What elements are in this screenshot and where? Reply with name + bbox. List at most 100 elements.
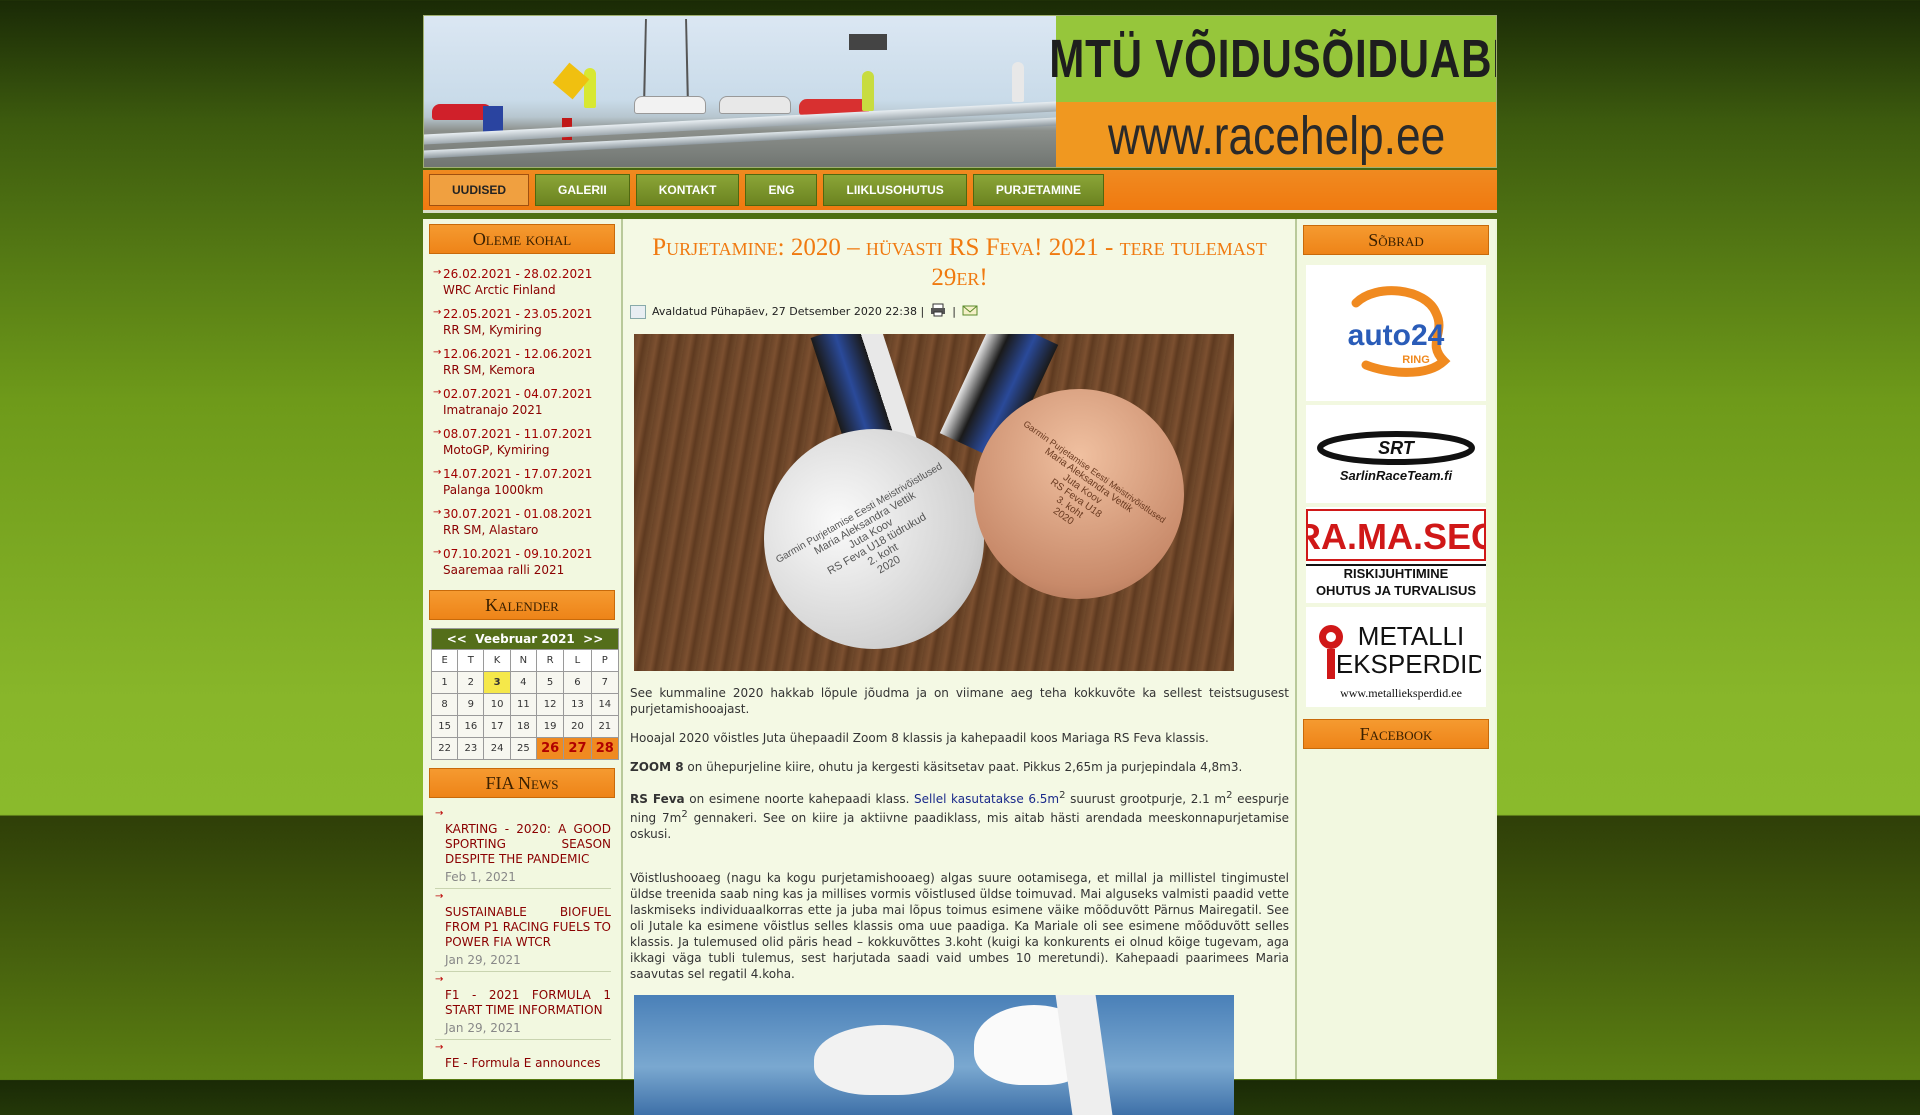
calendar-day-header: L bbox=[563, 649, 592, 672]
calendar-date-cell: 19 bbox=[535, 715, 565, 738]
email-icon[interactable] bbox=[962, 303, 978, 320]
page-wrapper: MTÜ VÕIDUSÕIDUABI www.racehelp.ee UUDISE… bbox=[423, 15, 1497, 1115]
news-item[interactable]: F1 - 2021 FORMULA 1 START TIME INFORMATI… bbox=[435, 972, 611, 1040]
calendar-date-cell: 12 bbox=[535, 693, 565, 716]
calendar-day-header: N bbox=[509, 649, 537, 672]
calendar-icon bbox=[630, 304, 646, 319]
fia-news-title: FIA News bbox=[429, 768, 615, 798]
sponsor-auto24[interactable]: auto24 RING bbox=[1306, 265, 1486, 401]
svg-text:RISKIJUHTIMINE: RISKIJUHTIMINE bbox=[1344, 566, 1449, 581]
sponsor-auto24-name: auto24 bbox=[1348, 319, 1445, 352]
medals-photo: Garmin Purjetamise Eesti Meistrivõistlus… bbox=[634, 334, 1234, 671]
header-photo bbox=[424, 16, 1056, 167]
sponsor-metallieksperdid[interactable]: METALLI EKSPERDID www.metallieksperdid.e… bbox=[1306, 607, 1486, 707]
calendar-date-cell: 2 bbox=[457, 671, 485, 694]
calendar-date-cell: 5 bbox=[535, 671, 565, 694]
svg-text:SRT: SRT bbox=[1378, 438, 1416, 458]
event-item[interactable]: 07.10.2021 - 09.10.2021Saaremaa ralli 20… bbox=[429, 542, 615, 582]
event-item[interactable]: 22.05.2021 - 23.05.2021RR SM, Kymiring bbox=[429, 302, 615, 342]
calendar-date-cell: 9 bbox=[457, 693, 485, 716]
calendar-date-cell: 8 bbox=[430, 693, 459, 716]
calendar-date-cell: 23 bbox=[457, 737, 485, 760]
calendar-day-header: R bbox=[535, 649, 565, 672]
calendar-date-cell: 6 bbox=[563, 671, 592, 694]
event-item[interactable]: 14.07.2021 - 17.07.2021Palanga 1000km bbox=[429, 462, 615, 502]
news-list: KARTING - 2020: A GOOD SPORTING SEASON D… bbox=[429, 806, 615, 1075]
nav-uudised[interactable]: UUDISED bbox=[429, 174, 530, 206]
event-item[interactable]: 30.07.2021 - 01.08.2021RR SM, Alastaro bbox=[429, 502, 615, 542]
sail-size-link[interactable]: Sellel kasutatakse 6.5m bbox=[914, 792, 1059, 806]
calendar-date-cell: 21 bbox=[590, 715, 620, 738]
calendar-date-cell: 17 bbox=[483, 715, 511, 738]
article: Purjetamine: 2020 – hüvasti RS Feva! 202… bbox=[623, 219, 1297, 1115]
paragraph-intro: See kummaline 2020 hakkab lõpule jõudma … bbox=[630, 686, 1289, 716]
calendar-date-cell[interactable]: 26 bbox=[535, 737, 565, 760]
site-header: MTÜ VÕIDUSÕIDUABI www.racehelp.ee bbox=[423, 15, 1497, 168]
calendar-date-cell: 7 bbox=[590, 671, 620, 694]
event-item[interactable]: 02.07.2021 - 04.07.2021Imatranajo 2021 bbox=[429, 382, 615, 422]
event-item[interactable]: 12.06.2021 - 12.06.2021RR SM, Kemora bbox=[429, 342, 615, 382]
calendar-day-header: P bbox=[590, 649, 620, 672]
svg-text:RA.MA.SEC: RA.MA.SEC bbox=[1306, 516, 1486, 557]
event-item[interactable]: 08.07.2021 - 11.07.2021MotoGP, Kymiring bbox=[429, 422, 615, 462]
calendar-next[interactable]: >> bbox=[583, 632, 603, 646]
event-item[interactable]: 26.02.2021 - 28.02.2021WRC Arctic Finlan… bbox=[429, 262, 615, 302]
svg-text:RING: RING bbox=[1402, 354, 1430, 366]
calendar-date-cell: 3 bbox=[483, 671, 511, 694]
paragraph-competition: Võistlushooaeg (nagu ka kogu purjetamish… bbox=[630, 871, 1289, 981]
brand-title: MTÜ VÕIDUSÕIDUABI bbox=[1049, 29, 1497, 89]
calendar-date-cell: 10 bbox=[483, 693, 511, 716]
news-item[interactable]: KARTING - 2020: A GOOD SPORTING SEASON D… bbox=[435, 806, 611, 889]
left-sidebar: Oleme kohal 26.02.2021 - 28.02.2021WRC A… bbox=[423, 219, 623, 1079]
calendar-date-cell: 25 bbox=[509, 737, 537, 760]
main-nav: UUDISED GALERII KONTAKT ENG LIIKLUSOHUTU… bbox=[423, 170, 1497, 213]
svg-text:METALLI: METALLI bbox=[1358, 621, 1464, 651]
calendar-date-cell: 24 bbox=[483, 737, 511, 760]
news-item[interactable]: SUSTAINABLE BIOFUEL FROM P1 RACING FUELS… bbox=[435, 889, 611, 972]
calendar-date-cell[interactable]: 28 bbox=[590, 737, 620, 760]
calendar-date-cell: 18 bbox=[509, 715, 537, 738]
calendar-date-cell: 11 bbox=[509, 693, 537, 716]
svg-text:OHUTUS JA TURVALISUS: OHUTUS JA TURVALISUS bbox=[1316, 583, 1476, 598]
paragraph-rsfeva: RS Feva on esimene noorte kahepaadi klas… bbox=[630, 790, 1290, 841]
svg-text:SarlinRaceTeam.fi: SarlinRaceTeam.fi bbox=[1340, 468, 1453, 483]
calendar-date-cell: 15 bbox=[430, 715, 459, 738]
calendar-date-cell: 4 bbox=[509, 671, 537, 694]
calendar-date-cell: 14 bbox=[590, 693, 620, 716]
nav-galerii[interactable]: GALERII bbox=[535, 174, 630, 206]
svg-text:www.metallieksperdid.ee: www.metallieksperdid.ee bbox=[1340, 686, 1462, 700]
paragraph-season: Hooajal 2020 võistles Juta ühepaadil Zoo… bbox=[630, 731, 1209, 745]
paragraph-zoom8: ZOOM 8 on ühepurjeline kiire, ohutu ja k… bbox=[630, 760, 1243, 774]
calendar-date-cell: 13 bbox=[563, 693, 592, 716]
events-list: 26.02.2021 - 28.02.2021WRC Arctic Finlan… bbox=[429, 262, 615, 582]
calendar-date-cell: 16 bbox=[457, 715, 485, 738]
calendar-day-header: T bbox=[457, 649, 485, 672]
calendar-title: Kalender bbox=[429, 590, 615, 620]
calendar-month: Veebruar 2021 bbox=[475, 632, 575, 646]
sponsor-srt[interactable]: SRT SarlinRaceTeam.fi bbox=[1306, 405, 1486, 503]
article-meta: Avaldatud Pühapäev, 27 Detsember 2020 22… bbox=[630, 303, 1289, 320]
sailing-photo bbox=[634, 995, 1234, 1115]
content-columns: Oleme kohal 26.02.2021 - 28.02.2021WRC A… bbox=[423, 219, 1497, 1115]
brand-logo[interactable]: MTÜ VÕIDUSÕIDUABI www.racehelp.ee bbox=[1049, 16, 1496, 167]
published-date: Avaldatud Pühapäev, 27 Detsember 2020 22… bbox=[652, 305, 925, 318]
meta-separator: | bbox=[952, 305, 956, 318]
print-icon[interactable] bbox=[930, 303, 946, 320]
nav-eng[interactable]: ENG bbox=[745, 174, 818, 206]
nav-purjetamine[interactable]: PURJETAMINE bbox=[972, 174, 1104, 206]
calendar-day-header: E bbox=[430, 649, 459, 672]
sponsor-ramasec[interactable]: RA.MA.SEC RISKIJUHTIMINE OHUTUS JA TURVA… bbox=[1306, 507, 1486, 603]
nav-kontakt[interactable]: KONTAKT bbox=[635, 174, 740, 206]
nav-liiklusohutus[interactable]: LIIKLUSOHUTUS bbox=[823, 174, 967, 206]
calendar-date-cell[interactable]: 27 bbox=[563, 737, 592, 760]
news-item[interactable]: FE - Formula E announces bbox=[435, 1040, 611, 1075]
calendar: << Veebruar 2021 >> E T K N R L P 1 2 3 4 5 6 7 8 9 10 11… bbox=[430, 628, 620, 760]
right-sidebar: Sõbrad auto24 RING SRT SarlinRaceTeam.fi bbox=[1297, 219, 1495, 1079]
article-title[interactable]: Purjetamine: 2020 – hüvasti RS Feva! 202… bbox=[634, 233, 1285, 293]
brand-url: www.racehelp.ee bbox=[1108, 105, 1446, 166]
svg-text:EKSPERDID: EKSPERDID bbox=[1336, 649, 1481, 679]
calendar-date-cell: 22 bbox=[430, 737, 459, 760]
calendar-prev[interactable]: << bbox=[447, 632, 467, 646]
friends-title: Sõbrad bbox=[1303, 225, 1489, 255]
calendar-date-cell: 1 bbox=[430, 671, 459, 694]
